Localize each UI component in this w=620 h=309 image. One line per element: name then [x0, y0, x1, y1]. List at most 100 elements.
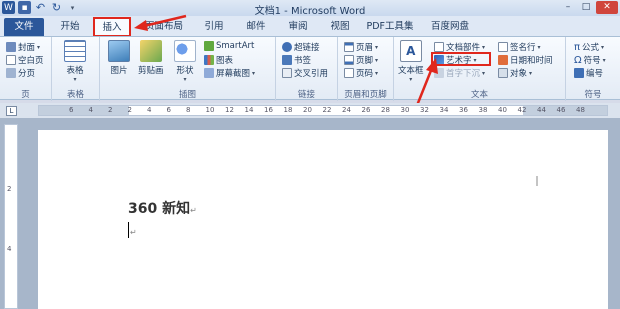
cover-page-label: 封面: [18, 43, 36, 53]
chevron-down-icon: ▾: [375, 56, 379, 64]
signature-line-button[interactable]: 签名行 ▾: [498, 41, 541, 53]
minimize-button[interactable]: –: [560, 1, 576, 14]
horizontal-ruler: L 6 4 2 2 4 6 8 10 12 14 16 18 20 22 24 26 28 30 32 34 36 38 4…: [0, 103, 620, 118]
tab-references[interactable]: 引用: [196, 18, 232, 36]
ribbon-insert: 封面 ▾ 空白页 分页 页 表格 ▾ 表格 图片 剪贴画 形状 ▾ SmartAr…: [0, 36, 620, 101]
tab-baidu-netdisk[interactable]: 百度网盘: [424, 18, 476, 36]
equation-label: 公式: [582, 43, 600, 53]
cross-reference-button[interactable]: 交叉引用: [282, 67, 328, 79]
ruler-tick: 28: [381, 106, 390, 114]
hyperlink-label: 超链接: [294, 43, 320, 53]
group-illustrations: 图片 剪贴画 形状 ▾ SmartArt 图表 屏幕截图 ▾ 插图: [100, 37, 276, 101]
drop-cap-label: 首字下沉: [446, 69, 481, 79]
tab-file[interactable]: 文件: [4, 18, 44, 36]
clip-art-button[interactable]: 剪贴画: [138, 40, 164, 76]
chevron-down-icon: ▾: [482, 43, 486, 51]
ruler-tick: 10: [205, 106, 215, 114]
screenshot-button[interactable]: 屏幕截图 ▾: [204, 67, 255, 79]
paragraph-mark: ↵: [190, 206, 197, 215]
chevron-down-icon: ▾: [183, 76, 187, 83]
tab-insert[interactable]: 插入: [93, 17, 131, 37]
ruler-tick: 16: [264, 106, 273, 114]
ruler-tick: 34: [439, 106, 449, 114]
chevron-down-icon: ▾: [482, 69, 486, 77]
group-links-label: 链接: [297, 90, 315, 100]
chevron-down-icon: ▾: [537, 43, 541, 51]
footer-button[interactable]: 页脚 ▾: [344, 54, 378, 66]
screenshot-icon: [204, 68, 214, 78]
object-label: 对象: [510, 69, 528, 79]
tab-review[interactable]: 审阅: [280, 18, 316, 36]
table-label: 表格: [66, 66, 84, 76]
ruler-tick: 44: [537, 106, 546, 114]
tab-page-layout[interactable]: 页面布局: [138, 18, 190, 36]
hyperlink-button[interactable]: 超链接: [282, 41, 320, 53]
text-cursor: [128, 222, 129, 238]
smartart-button[interactable]: SmartArt: [204, 41, 254, 51]
shapes-label: 形状: [176, 66, 194, 76]
ruler-tick: 42: [517, 106, 527, 114]
tab-home[interactable]: 开始: [52, 18, 88, 36]
blank-page-button[interactable]: 空白页: [6, 54, 44, 66]
picture-icon: [108, 40, 130, 62]
chart-label: 图表: [216, 56, 234, 66]
ruler-tick: 2: [108, 106, 113, 114]
text-box-button[interactable]: A 文本框 ▾: [398, 40, 424, 83]
chart-icon: [204, 55, 214, 65]
header-button[interactable]: 页眉 ▾: [344, 41, 378, 53]
symbol-button[interactable]: Ω 符号 ▾: [574, 54, 606, 67]
table-button[interactable]: 表格 ▾: [64, 40, 86, 83]
tab-mailings[interactable]: 邮件: [238, 18, 274, 36]
maximize-button[interactable]: □: [578, 1, 594, 14]
cover-page-button[interactable]: 封面 ▾: [6, 41, 40, 53]
group-symbols: π 公式 ▾ Ω 符号 ▾ 编号 符号: [566, 37, 620, 101]
pi-icon: π: [574, 41, 581, 53]
ruler-tick: 6: [166, 106, 171, 114]
ruler-tick: 26: [361, 106, 371, 114]
chevron-down-icon: ▾: [602, 56, 606, 64]
tab-selector-icon[interactable]: L: [6, 106, 17, 116]
picture-button[interactable]: 图片: [108, 40, 130, 76]
ruler-tick: 30: [400, 106, 410, 114]
cover-page-icon: [6, 42, 16, 52]
chart-button[interactable]: 图表: [204, 54, 233, 66]
ruler-tick: 24: [342, 106, 351, 114]
document-line-1[interactable]: 360 新知↵: [128, 198, 197, 218]
crop-mark: [536, 176, 538, 186]
shapes-button[interactable]: 形状 ▾: [174, 40, 196, 83]
page-number-label: 页码: [356, 69, 374, 79]
ruler-tick: 32: [420, 106, 429, 114]
ruler-tick: 38: [478, 106, 488, 114]
calendar-icon: [498, 55, 508, 65]
document-page[interactable]: 360 新知↵ ↵: [38, 130, 608, 309]
vruler-tick: 2: [7, 185, 12, 193]
symbol-label: 符号: [583, 56, 601, 66]
group-symbols-label: 符号: [584, 90, 602, 100]
page-number-button[interactable]: 页码 ▾: [344, 67, 378, 79]
group-text-label: 文本: [470, 90, 488, 100]
ruler-margin-right: [523, 106, 607, 115]
date-time-button[interactable]: 日期和时间: [498, 54, 553, 66]
signature-line-icon: [498, 42, 508, 52]
tab-pdf-tools[interactable]: PDF工具集: [364, 18, 416, 36]
group-tables: 表格 ▾ 表格: [52, 37, 100, 101]
vruler-tick: 4: [7, 245, 12, 253]
ruler-tick: 40: [498, 106, 507, 114]
object-button[interactable]: 对象 ▾: [498, 67, 532, 79]
numbering-button[interactable]: 编号: [574, 67, 603, 79]
ruler-tick: 2: [127, 106, 132, 114]
bookmark-button[interactable]: 书签: [282, 54, 311, 66]
page-break-button[interactable]: 分页: [6, 67, 35, 79]
chevron-down-icon: ▾: [529, 69, 533, 77]
wordart-highlight-box: [431, 52, 491, 66]
ruler-tick: 4: [147, 106, 152, 114]
chevron-down-icon: ▾: [252, 69, 256, 77]
equation-button[interactable]: π 公式 ▾: [574, 41, 605, 54]
ruler-track[interactable]: 6 4 2 2 4 6 8 10 12 14 16 18 20 22 24 26 28 30 32 34 36 38 40 4…: [38, 105, 608, 116]
chevron-down-icon: ▾: [601, 43, 605, 51]
drop-cap-button[interactable]: 首字下沉 ▾: [434, 67, 485, 79]
text-box-label: 文本框: [398, 66, 424, 76]
close-button[interactable]: ✕: [596, 1, 618, 14]
tab-view[interactable]: 视图: [322, 18, 358, 36]
group-links: 超链接 书签 交叉引用 链接: [276, 37, 338, 101]
